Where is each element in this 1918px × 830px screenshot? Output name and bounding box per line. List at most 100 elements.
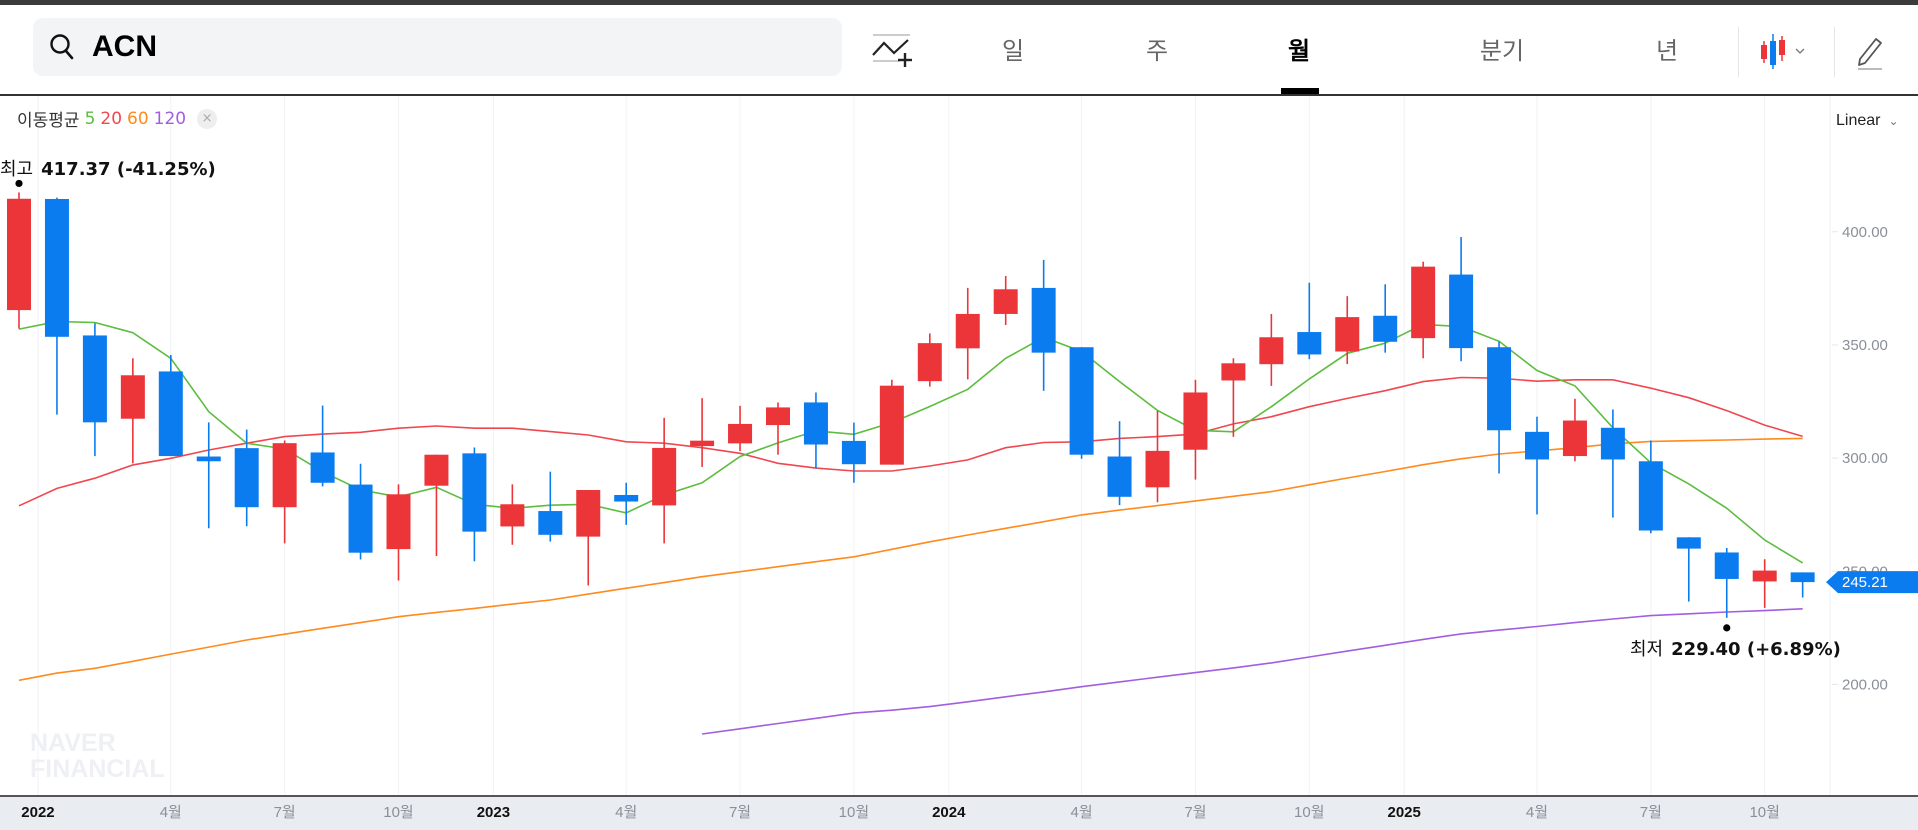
active-tab-indicator xyxy=(1281,88,1319,94)
candle-down xyxy=(1676,537,1701,602)
time-axis-labels: 2022 4월 7월 10월 2023 4월 7월 10월 2024 4월 7월 10월 2025 4월 7… xyxy=(21,804,1780,821)
candle-up xyxy=(955,287,980,380)
candle-body xyxy=(1107,456,1132,497)
x-tick-month: 7월 xyxy=(729,804,751,821)
candle-body xyxy=(576,490,601,537)
highest-price-label: 최고 417.37 (-41.25%) xyxy=(0,155,216,181)
candle-up xyxy=(386,484,411,581)
candle-body xyxy=(993,289,1018,314)
tab-quarterly[interactable]: 분기 xyxy=(1480,31,1524,66)
candle-body xyxy=(1221,363,1246,381)
x-tick-month: 10월 xyxy=(839,804,870,821)
candle-up xyxy=(7,192,31,329)
candle-body xyxy=(500,504,525,527)
candle-body xyxy=(1183,392,1208,450)
candle-body xyxy=(1562,420,1587,457)
candlestick-icon xyxy=(1761,34,1805,69)
candle-down xyxy=(1714,547,1739,618)
lowest-value: 229.40 (+6.89%) xyxy=(1671,639,1841,660)
candle-up xyxy=(424,454,449,557)
legend-ma5[interactable]: 5 xyxy=(85,109,96,129)
candle-body xyxy=(690,440,715,447)
candle-up xyxy=(1752,559,1777,608)
candle-body xyxy=(1638,461,1663,531)
candle-up xyxy=(1145,411,1170,503)
chevron-down-icon xyxy=(1795,48,1805,54)
x-tick-month: 4월 xyxy=(160,804,182,821)
x-tick-month: 10월 xyxy=(1294,804,1325,821)
x-tick-month: 10월 xyxy=(1749,804,1780,821)
legend-ma60[interactable]: 60 xyxy=(127,109,149,129)
candle-body xyxy=(424,454,449,486)
candle-body xyxy=(1069,347,1094,455)
candle-body xyxy=(1145,450,1170,488)
legend-title: 이동평균 xyxy=(17,111,80,131)
candle-body xyxy=(728,423,753,444)
symbol-search-input[interactable]: ACN xyxy=(33,18,842,76)
candle-down xyxy=(1069,347,1094,459)
y-tick-label: 300.00 xyxy=(1842,450,1888,467)
search-value[interactable]: ACN xyxy=(92,30,157,64)
chart-type-dropdown[interactable] xyxy=(1758,31,1814,71)
x-tick-year: 2023 xyxy=(477,804,510,821)
x-tick-month: 4월 xyxy=(615,804,637,821)
candle-up xyxy=(652,417,677,544)
candle-down xyxy=(1525,416,1549,515)
candle-down xyxy=(803,392,828,469)
candle-body xyxy=(1031,287,1056,353)
candle-body xyxy=(1487,347,1512,431)
price-chart[interactable]: 400.00350.00300.00250.00200.00 245.21 xyxy=(0,0,1918,828)
tab-weekly[interactable]: 주 xyxy=(1146,31,1168,66)
candle-down xyxy=(1373,284,1398,353)
candle-body xyxy=(1600,427,1625,460)
moving-average-legend: 이동평균 5 20 60 120 × xyxy=(17,106,218,131)
candle-body xyxy=(1449,274,1474,349)
x-tick-month: 7월 xyxy=(1184,804,1206,821)
scale-dropdown[interactable]: Linear ⌄ xyxy=(1836,112,1899,130)
candle-body xyxy=(1259,337,1284,365)
candle-up xyxy=(1259,313,1284,386)
candle-body xyxy=(1525,431,1549,460)
remove-indicator-close-icon[interactable]: × xyxy=(197,108,218,129)
chart-toolbar: ACN 일 주 월 분기 년 xyxy=(0,5,1918,96)
candle-down xyxy=(1297,282,1322,360)
candle-up xyxy=(500,484,525,545)
candle-down xyxy=(196,422,221,529)
candle-body xyxy=(803,402,828,445)
candle-down xyxy=(614,482,639,525)
tab-monthly[interactable]: 월 xyxy=(1288,31,1310,66)
legend-ma120[interactable]: 120 xyxy=(154,109,186,129)
drawing-tool-button[interactable] xyxy=(1852,31,1888,71)
candle-body xyxy=(652,447,677,506)
candle-down xyxy=(1790,572,1815,598)
candle-body xyxy=(196,456,221,462)
candle-down xyxy=(1107,421,1132,506)
candle-body xyxy=(538,511,563,535)
candle-body xyxy=(917,343,942,382)
x-tick-month: 7월 xyxy=(274,804,296,821)
candle-body xyxy=(120,375,145,419)
candle-body xyxy=(386,494,411,550)
candle-body xyxy=(1335,317,1360,352)
add-indicator-icon xyxy=(872,34,912,67)
candle-down xyxy=(82,323,107,457)
candles xyxy=(7,192,1815,618)
lowest-price-label: 최저 229.40 (+6.89%) xyxy=(1630,635,1841,661)
candle-up xyxy=(1411,261,1436,359)
tab-yearly[interactable]: 년 xyxy=(1656,31,1678,66)
add-indicator-button[interactable] xyxy=(870,31,914,71)
candle-body xyxy=(7,198,31,311)
candle-down xyxy=(1600,409,1625,518)
x-tick-month: 7월 xyxy=(1640,804,1662,821)
candle-body xyxy=(955,313,980,349)
candle-up xyxy=(690,398,715,467)
candle-up xyxy=(1335,296,1360,365)
candle-down xyxy=(1031,259,1056,391)
candle-body xyxy=(614,494,639,502)
candle-up xyxy=(272,440,297,544)
price-axis[interactable]: 400.00350.00300.00250.00200.00 xyxy=(1832,224,1888,694)
candle-body xyxy=(44,198,69,337)
legend-ma20[interactable]: 20 xyxy=(100,109,122,129)
tab-daily[interactable]: 일 xyxy=(1002,31,1024,66)
x-tick-month: 10월 xyxy=(383,804,414,821)
